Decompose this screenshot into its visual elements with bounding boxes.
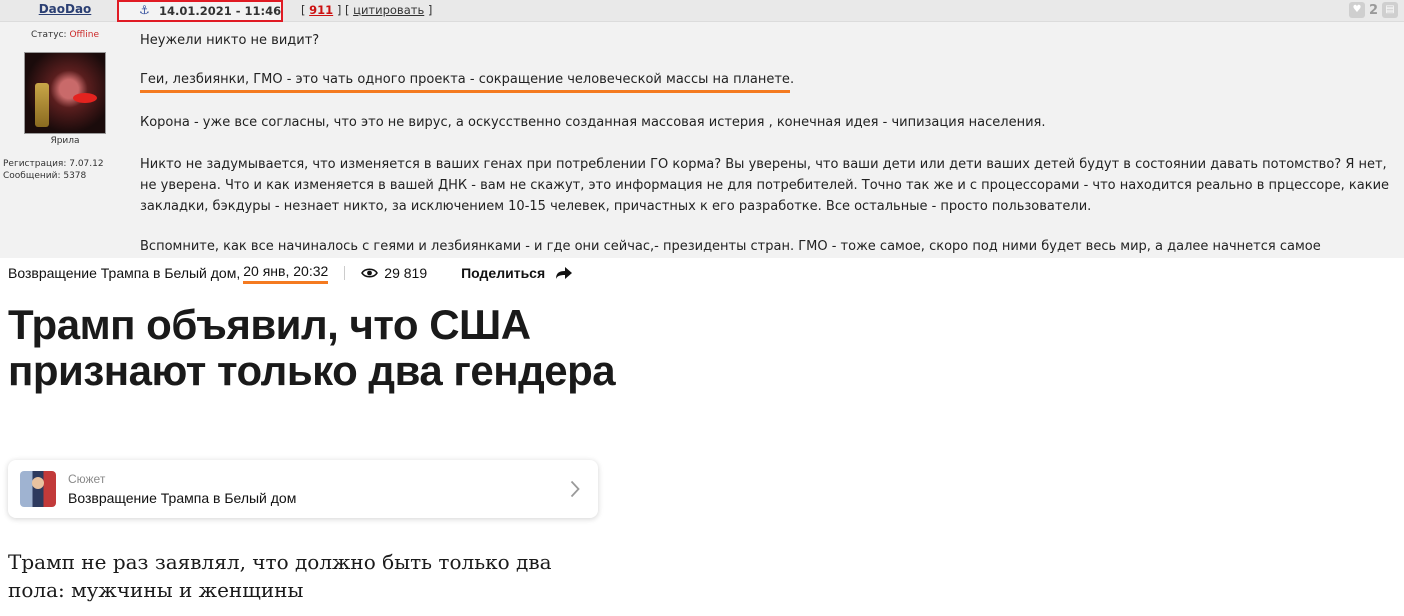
article-headline: Трамп объявил, что США признают только д… (8, 301, 616, 394)
avatar-caption: Ярила (50, 136, 80, 146)
forum-post: DaoDao ⚓ 14.01.2021 - 11:46 [ 911 ] [ ци… (0, 0, 1404, 258)
post-paragraph: Вспомните, как все начиналось с геями и … (140, 239, 1321, 254)
author-link[interactable]: DaoDao (0, 2, 130, 16)
story-title: Возвращение Трампа в Белый дом (68, 490, 297, 506)
quote-link[interactable]: цитировать (353, 3, 424, 17)
publish-time: 20 янв, 20:32 (243, 263, 329, 284)
story-card[interactable]: Сюжет Возвращение Трампа в Белый дом (8, 460, 598, 518)
share-icon[interactable] (555, 266, 573, 280)
view-count: 29 819 (384, 265, 428, 281)
post-paragraph: Корона - уже все согласны, что это не ви… (140, 115, 1046, 130)
like-icon[interactable]: ♥ (1348, 2, 1365, 18)
news-article: Возвращение Трампа в Белый дом, 20 янв, … (0, 258, 1404, 616)
avatar-glyph (35, 83, 49, 127)
anchor-icon[interactable]: ⚓ (139, 3, 150, 17)
print-icon[interactable]: ▤ (1382, 2, 1398, 18)
chevron-right-icon (570, 480, 580, 498)
registration-info: Регистрация: 7.07.12 Сообщений: 5378 (3, 158, 104, 182)
post-paragraph: Никто не задумывается, что изменяется в … (140, 157, 1390, 214)
article-meta: Возвращение Трампа в Белый дом, 20 янв, … (8, 262, 573, 284)
author-status: Статус: Offline (31, 30, 99, 40)
post-paragraph: Неужели никто не видит? (140, 33, 320, 48)
post-number-link[interactable]: 911 (309, 3, 333, 17)
message-count: Сообщений: 5378 (3, 171, 87, 181)
author-sidebar: Статус: Offline Ярила Регистрация: 7.07.… (0, 24, 130, 258)
article-subhead: Трамп не раз заявлял, что должно быть то… (8, 550, 552, 602)
post-header: DaoDao ⚓ 14.01.2021 - 11:46 [ 911 ] [ ци… (0, 0, 1404, 22)
share-button[interactable]: Поделиться (461, 265, 545, 281)
avatar-lips (73, 93, 97, 103)
post-date: 14.01.2021 - 11:46 (159, 4, 282, 18)
highlighted-date-box: ⚓ 14.01.2021 - 11:46 (117, 0, 283, 22)
avatar[interactable] (24, 52, 106, 134)
post-body: Неужели никто не видит? Геи, лезбиянки, … (140, 24, 1402, 258)
story-thumbnail (20, 471, 56, 507)
story-kicker: Сюжет (68, 472, 106, 486)
status-value: Offline (69, 30, 99, 40)
post-links: [ 911 ] [ цитировать ] (301, 3, 433, 17)
thumbnail-face (32, 477, 44, 489)
meta-divider (344, 266, 346, 280)
topic-link[interactable]: Возвращение Трампа в Белый дом, (8, 265, 240, 281)
post-paragraph-highlighted: Геи, лезбиянки, ГМО - это чать одного пр… (140, 69, 1390, 93)
post-actions: ♥ 2 ▤ (1348, 1, 1398, 19)
underlined-sentence: Геи, лезбиянки, ГМО - это чать одного пр… (140, 72, 790, 93)
eye-icon (361, 268, 379, 278)
registration-date: Регистрация: 7.07.12 (3, 159, 104, 169)
like-count: 2 (1368, 2, 1378, 18)
